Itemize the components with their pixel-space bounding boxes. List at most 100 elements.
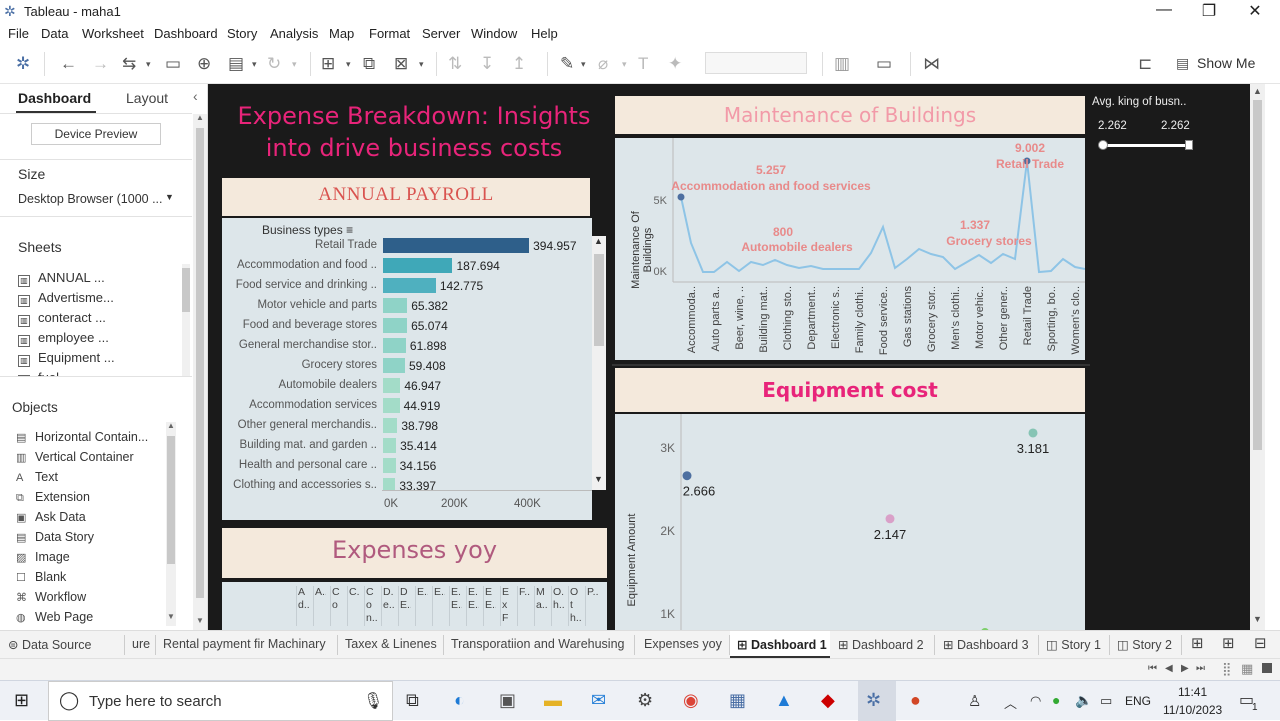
- payroll-bar[interactable]: [383, 258, 453, 273]
- tableau-home-icon[interactable]: ✲: [16, 54, 30, 74]
- share-icon[interactable]: ⋈: [923, 54, 940, 74]
- menu-dashboard[interactable]: Dashboard: [154, 26, 218, 41]
- save-icon[interactable]: ▭: [165, 54, 181, 74]
- tab-story-1[interactable]: ◫ Story 1: [1046, 637, 1101, 652]
- sheet-item[interactable]: ▥ ANNUAL ...: [18, 270, 105, 287]
- chevron-down-icon[interactable]: ▾: [252, 59, 257, 70]
- canvas-scrollbar[interactable]: ▲ ▼: [1250, 84, 1265, 630]
- presentation-icon[interactable]: ▭: [876, 54, 892, 74]
- microphone-icon[interactable]: 🎙: [363, 691, 383, 711]
- payroll-bar[interactable]: [383, 358, 405, 373]
- equipment-point[interactable]: [682, 471, 692, 481]
- payroll-bar[interactable]: [383, 478, 396, 490]
- new-worksheet-icon[interactable]: ⊞: [1191, 634, 1204, 652]
- objects-scrollbar[interactable]: ▲ ▼: [166, 421, 176, 626]
- left-pane-scrollbar[interactable]: ▲ ▼: [193, 113, 207, 630]
- tab-sheet[interactable]: Transporatiion and Warehusing: [451, 637, 624, 651]
- menu-map[interactable]: Map: [329, 26, 354, 41]
- taskbar-search[interactable]: ◯ Type here to search 🎙: [48, 681, 393, 721]
- store-icon[interactable]: ▣: [499, 690, 516, 711]
- cards-icon[interactable]: ▥: [834, 54, 850, 74]
- tab-layout-pane[interactable]: Layout: [126, 90, 168, 106]
- language-indicator[interactable]: ENG: [1125, 694, 1151, 708]
- chrome-icon[interactable]: ◉: [683, 690, 699, 711]
- clear-sheet-icon[interactable]: ⊠: [394, 54, 408, 74]
- windows-start-icon[interactable]: ⊞: [14, 690, 29, 711]
- equipment-point[interactable]: [1028, 428, 1038, 438]
- menu-worksheet[interactable]: Worksheet: [82, 26, 144, 41]
- new-data-source-icon[interactable]: ⊕: [197, 54, 211, 74]
- tab-dashboard-1[interactable]: ⊞ Dashboard 1: [737, 637, 827, 652]
- menu-data[interactable]: Data: [41, 26, 68, 41]
- show-tabs-icon[interactable]: [1262, 663, 1272, 673]
- settings-icon[interactable]: ⚙: [637, 690, 653, 711]
- chevron-down-icon[interactable]: ▼: [165, 192, 174, 202]
- payroll-bar[interactable]: [383, 338, 406, 353]
- filter-slider-handle-min[interactable]: [1098, 140, 1108, 150]
- filter-slider-track[interactable]: [1102, 144, 1190, 147]
- last-sheet-icon[interactable]: ⏭: [1196, 663, 1205, 674]
- object-horizontal-container[interactable]: ▤ Horizontal Contain...: [16, 430, 148, 444]
- menu-server[interactable]: Server: [422, 26, 460, 41]
- new-story-icon[interactable]: ⊟: [1254, 634, 1267, 652]
- size-dropdown[interactable]: Desktop Browser (1000 ...: [18, 192, 163, 206]
- new-sheet-icon[interactable]: ⊞: [321, 54, 335, 74]
- tableau-taskbar-icon[interactable]: ✲: [866, 690, 881, 711]
- payroll-bar[interactable]: [383, 398, 400, 413]
- payroll-scrollbar[interactable]: ▲ ▼: [592, 236, 606, 490]
- sheet-item[interactable]: ▥ Advertisme...: [18, 290, 114, 307]
- tab-sheet[interactable]: Rental payment fir Machinary: [163, 637, 326, 651]
- payroll-bar[interactable]: [383, 278, 436, 293]
- device-preview-button[interactable]: Device Preview: [31, 123, 161, 145]
- show-filmstrip-icon[interactable]: ⣿: [1222, 661, 1232, 677]
- payroll-bar[interactable]: [383, 238, 530, 253]
- payroll-bar[interactable]: [383, 458, 396, 473]
- norton-icon[interactable]: ●: [1052, 692, 1060, 708]
- clock-time[interactable]: 11:41: [1178, 685, 1207, 699]
- object-data-story[interactable]: ▤ Data Story: [16, 530, 94, 544]
- payroll-bar[interactable]: [383, 418, 398, 433]
- payroll-bar[interactable]: [383, 438, 397, 453]
- show-me-button[interactable]: Show Me: [1197, 55, 1255, 71]
- minimize-icon[interactable]: —: [1149, 1, 1179, 19]
- show-me-pin-icon[interactable]: ⊏: [1138, 54, 1152, 74]
- chevron-down-icon[interactable]: ▾: [146, 59, 151, 70]
- chevron-down-icon[interactable]: ▾: [346, 59, 351, 70]
- menu-window[interactable]: Window: [471, 26, 517, 41]
- tab-story-2[interactable]: ◫ Story 2: [1117, 637, 1172, 652]
- object-blank[interactable]: ☐ Blank: [16, 570, 66, 584]
- menu-analysis[interactable]: Analysis: [270, 26, 318, 41]
- acrobat-icon[interactable]: ◆: [821, 690, 835, 711]
- task-view-icon[interactable]: ⧉: [406, 690, 419, 711]
- edge-icon[interactable]: ◐: [454, 690, 465, 711]
- object-ask-data[interactable]: ▣ Ask Data: [16, 510, 86, 524]
- payroll-bar[interactable]: [383, 378, 401, 393]
- menu-help[interactable]: Help: [531, 26, 558, 41]
- tab-sheet[interactable]: Taxex & Linenes: [345, 637, 437, 651]
- highlight-icon[interactable]: ✎: [560, 54, 574, 74]
- pause-updates-icon[interactable]: ▤: [228, 54, 244, 74]
- tab-dashboard-3[interactable]: ⊞ Dashboard 3: [943, 637, 1029, 652]
- mail-icon[interactable]: ✉: [591, 690, 606, 711]
- object-extension[interactable]: ⧉ Extension: [16, 490, 90, 505]
- undo-icon[interactable]: ←: [60, 54, 77, 74]
- close-icon[interactable]: ✕: [1240, 1, 1270, 21]
- tab-data-source[interactable]: ⊜ Data Source: [8, 637, 91, 652]
- people-icon[interactable]: ♙: [968, 692, 981, 710]
- filter-slider-handle-max[interactable]: [1185, 140, 1193, 150]
- show-sheet-sorter-icon[interactable]: ▦: [1241, 661, 1253, 677]
- new-dashboard-icon[interactable]: ⊞: [1222, 634, 1235, 652]
- chevron-down-icon[interactable]: ▾: [581, 59, 586, 70]
- sheet-item[interactable]: ▥ Equipment ...: [18, 350, 115, 367]
- clock-date[interactable]: 11/10/2023: [1163, 703, 1222, 717]
- show-me-icon[interactable]: ▤: [1176, 55, 1189, 72]
- object-vertical-container[interactable]: ▥ Vertical Container: [16, 450, 134, 464]
- object-text[interactable]: A Text: [16, 470, 58, 484]
- duplicate-icon[interactable]: ⧉: [363, 54, 375, 74]
- tab-dashboard-pane[interactable]: Dashboard: [18, 90, 91, 106]
- restore-icon[interactable]: ❐: [1194, 1, 1224, 21]
- powerpoint-icon[interactable]: ●: [910, 690, 921, 711]
- sheet-item[interactable]: ▥ conteract ...: [18, 310, 106, 327]
- object-workflow[interactable]: ⌘ Workflow: [16, 590, 86, 604]
- sheet-item[interactable]: ▥ employee ...: [18, 330, 109, 347]
